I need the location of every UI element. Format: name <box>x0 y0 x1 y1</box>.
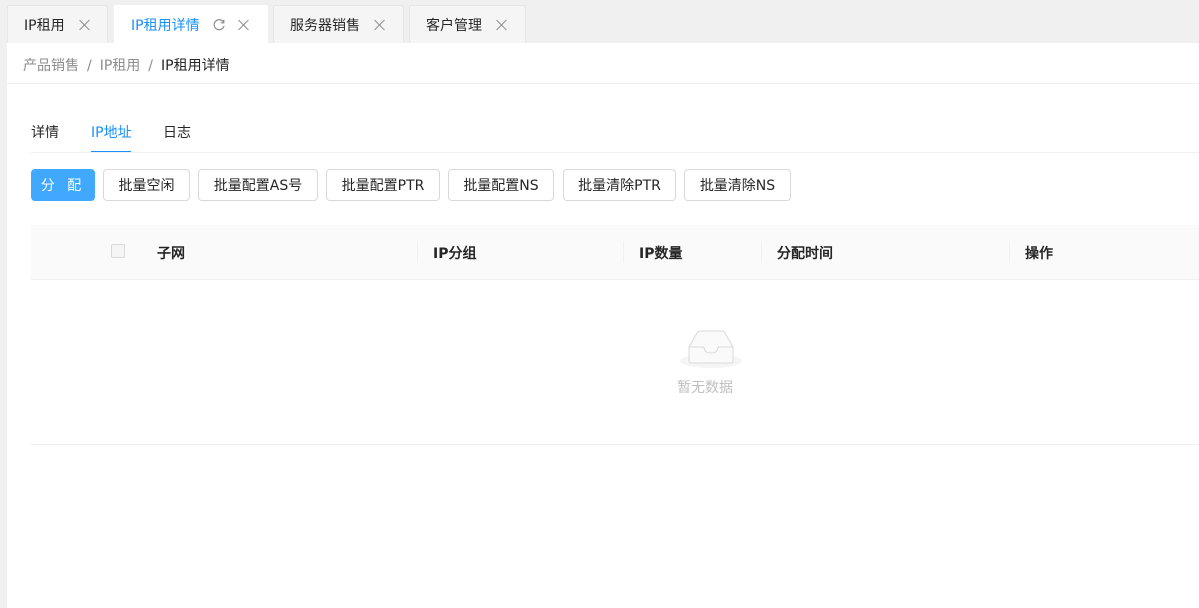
divider <box>31 152 1199 153</box>
table-header: 子网 IP分组 IP数量 分配时间 操作 <box>31 225 1199 280</box>
tab-label: IP租用详情 <box>131 17 200 34</box>
breadcrumb-separator: / <box>148 58 154 74</box>
column-divider <box>623 241 624 263</box>
column-divider <box>761 241 762 263</box>
breadcrumb-item[interactable]: 产品销售 <box>23 58 79 74</box>
tab-ip-rental[interactable]: IP租用 <box>7 5 108 43</box>
close-icon[interactable] <box>496 19 508 31</box>
subtab-ip-addresses[interactable]: IP地址 <box>91 122 132 142</box>
tab-server-sales[interactable]: 服务器销售 <box>273 5 404 43</box>
batch-as-button[interactable]: 批量配置AS号 <box>198 169 318 201</box>
column-header-subnet[interactable]: 子网 <box>157 243 185 263</box>
subtab-details[interactable]: 详情 <box>31 122 59 142</box>
column-header-assign-time[interactable]: 分配时间 <box>777 243 833 263</box>
tab-bar: IP租用 IP租用详情 服务器销售 客户管理 <box>0 0 1199 43</box>
close-icon[interactable] <box>238 19 250 31</box>
empty-text: 暂无数据 <box>677 380 733 396</box>
column-header-ip-group[interactable]: IP分组 <box>433 243 476 263</box>
column-divider <box>1009 241 1010 263</box>
divider <box>7 83 1199 84</box>
subtab-logs[interactable]: 日志 <box>163 122 191 142</box>
tab-label: 客户管理 <box>426 17 482 34</box>
clear-ns-button[interactable]: 批量清除NS <box>684 169 791 201</box>
select-all-checkbox[interactable] <box>111 244 125 258</box>
empty-state: 暂无数据 <box>31 279 1199 445</box>
batch-idle-button[interactable]: 批量空闲 <box>103 169 190 201</box>
close-icon[interactable] <box>79 19 91 31</box>
column-header-actions: 操作 <box>1025 246 1053 262</box>
clear-ptr-button[interactable]: 批量清除PTR <box>563 169 676 201</box>
column-header-ip-count[interactable]: IP数量 <box>639 243 682 263</box>
close-icon[interactable] <box>374 19 386 31</box>
batch-ns-button[interactable]: 批量配置NS <box>448 169 554 201</box>
breadcrumb-item[interactable]: IP租用 <box>100 58 141 74</box>
assign-button[interactable]: 分 配 <box>31 169 95 201</box>
column-divider <box>417 241 418 263</box>
empty-inbox-icon <box>680 330 742 368</box>
tab-label: IP租用 <box>24 17 65 34</box>
reload-icon[interactable] <box>212 18 226 32</box>
tab-customer-management[interactable]: 客户管理 <box>409 5 526 43</box>
tab-label: 服务器销售 <box>290 17 360 34</box>
main-content: 产品销售 / IP租用 / IP租用详情 详情 IP地址 日志 分 配 批量空闲 批量配… <box>7 43 1199 608</box>
batch-ptr-button[interactable]: 批量配置PTR <box>326 169 440 201</box>
tab-ip-rental-detail[interactable]: IP租用详情 <box>114 5 268 43</box>
breadcrumb-separator: / <box>87 58 92 74</box>
breadcrumb: 产品销售 / IP租用 / IP租用详情 <box>23 55 230 75</box>
breadcrumb-current: IP租用详情 <box>161 58 230 74</box>
